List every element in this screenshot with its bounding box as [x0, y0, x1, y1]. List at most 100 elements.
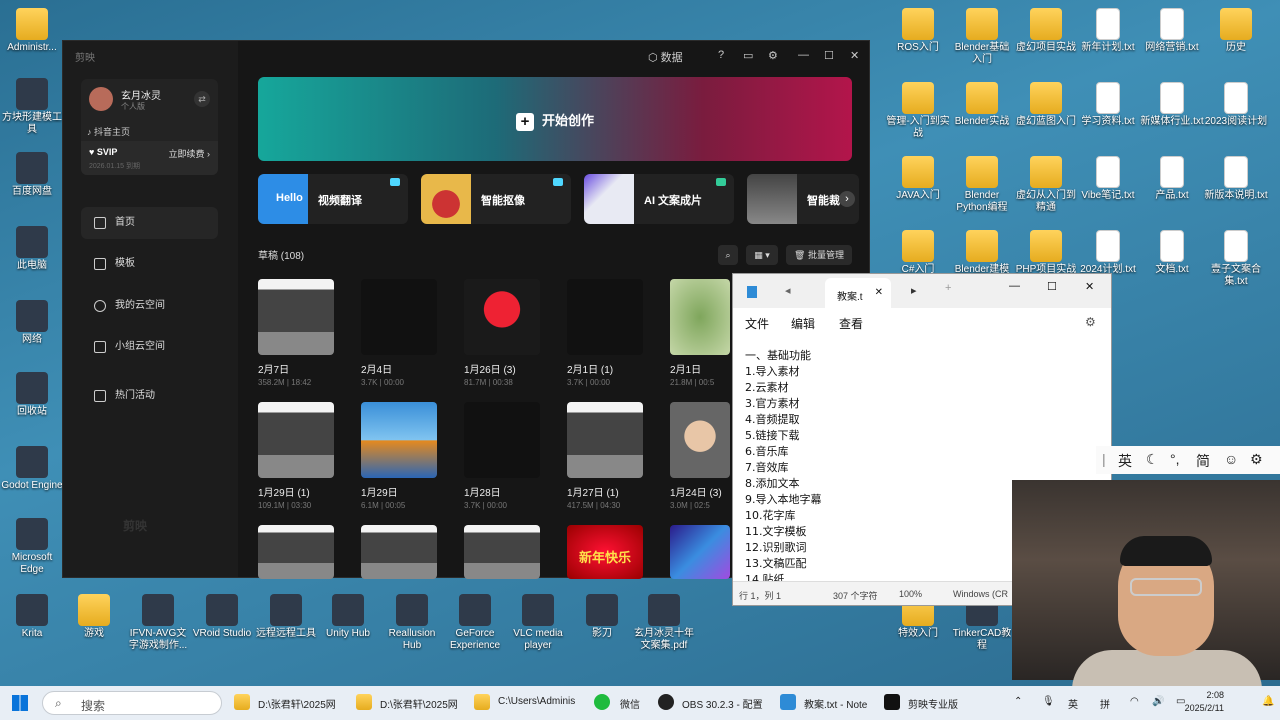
scroll-left-icon[interactable]: ◂: [785, 284, 791, 297]
draft-card[interactable]: 2月1日 21.8M | 00:5: [670, 279, 730, 387]
start-create-button[interactable]: + 开始创作: [258, 77, 852, 161]
tool-smart-crop[interactable]: 智能裁 ›: [747, 174, 859, 224]
tab-close-icon[interactable]: ✕: [875, 287, 883, 298]
draft-card[interactable]: 1月28日 3.7K | 00:00: [464, 402, 540, 510]
nav-home[interactable]: 首页: [81, 207, 218, 239]
scroll-right-icon[interactable]: ▸: [911, 284, 917, 297]
menu-edit[interactable]: 编辑: [791, 315, 815, 332]
desktop.left_icons-desktop-icon[interactable]: Microsoft Edge: [0, 518, 64, 576]
desktop.left_icons-desktop-icon[interactable]: Administr...: [0, 8, 64, 54]
draft-card[interactable]: 1月27日 (1) 417.5M | 04:30: [567, 402, 643, 510]
desktop.bottom_icons-desktop-icon[interactable]: 玄月冰灵十年文案集.pdf: [632, 594, 696, 652]
draft-card[interactable]: 1月29日 6.1M | 00:05: [361, 402, 437, 510]
desktop.right_icons-desktop-icon[interactable]: 历史: [1204, 8, 1268, 54]
desktop.right_icons-desktop-icon[interactable]: 虚幻蓝图入门: [1014, 82, 1078, 128]
desktop.right_icons-desktop-icon[interactable]: 网络营销.txt: [1140, 8, 1204, 54]
user-card[interactable]: 玄月冰灵 个人版 ⇄ ♪ 抖音主页 ♥ SVIP 2026.01.15 到期 立…: [81, 79, 218, 175]
moon-icon[interactable]: ☾: [1146, 451, 1159, 468]
desktop.right_icons-desktop-icon[interactable]: 管理-入门到实战: [886, 82, 950, 140]
nav-events[interactable]: 热门活动: [81, 380, 218, 412]
desktop.bottom_icons-desktop-icon[interactable]: 游戏: [62, 594, 126, 640]
desktop.right_icons-desktop-icon[interactable]: 新年计划.txt: [1076, 8, 1140, 54]
ime-handle-icon[interactable]: |: [1102, 451, 1106, 467]
taskbar-search[interactable]: ⌕ 搜索: [42, 691, 222, 715]
volume-icon[interactable]: 🔊: [1152, 696, 1164, 707]
help-icon[interactable]: ?: [718, 49, 724, 61]
tab-jiaoan[interactable]: 教案.t ✕: [825, 278, 891, 308]
tray-chevron-up-icon[interactable]: ⌃: [1014, 696, 1022, 707]
desktop.right_icons-desktop-icon[interactable]: 新版本说明.txt: [1204, 156, 1268, 202]
view-toggle-icon[interactable]: ▦ ▾: [746, 245, 778, 265]
search-icon[interactable]: ⌕: [718, 245, 738, 265]
draft-card[interactable]: 新年快乐: [567, 525, 643, 585]
taskbar-jianying[interactable]: 剪映专业版: [908, 696, 958, 711]
draft-card[interactable]: 2月1日 (1) 3.7K | 00:00: [567, 279, 643, 387]
minimize-icon[interactable]: —: [1009, 280, 1020, 292]
settings-icon[interactable]: ⚙: [1250, 451, 1263, 468]
desktop.bottom_icons-desktop-icon[interactable]: Unity Hub: [316, 594, 380, 640]
ime-simplified[interactable]: 简: [1196, 451, 1210, 471]
desktop.right_icons-desktop-icon[interactable]: 2023阅读计划: [1204, 82, 1268, 128]
avatar[interactable]: [89, 87, 113, 111]
nav-team-cloud[interactable]: 小组云空间: [81, 331, 218, 363]
desktop.left_icons-desktop-icon[interactable]: Krita: [0, 594, 64, 640]
message-icon[interactable]: ▭: [743, 49, 753, 62]
windows-start-icon[interactable]: [12, 695, 28, 711]
desktop.right_icons-desktop-icon[interactable]: 虚幻项目实战: [1014, 8, 1078, 54]
desktop.right_icons-desktop-icon[interactable]: 文档.txt: [1140, 230, 1204, 276]
draft-card[interactable]: 2月7日 358.2M | 18:42: [258, 279, 334, 387]
maximize-icon[interactable]: ☐: [824, 49, 834, 62]
menu-file[interactable]: 文件: [745, 315, 769, 332]
desktop.bottom_icons-desktop-icon[interactable]: VLC media player: [506, 594, 570, 652]
taskbar-explorer-1[interactable]: D:\张君轩\2025网: [258, 696, 336, 711]
desktop.right_icons-desktop-icon[interactable]: 产品.txt: [1140, 156, 1204, 202]
settings-icon[interactable]: ⚙: [1085, 315, 1096, 329]
notification-bell-icon[interactable]: 🔔: [1262, 696, 1274, 707]
microphone-icon[interactable]: 🎙: [1042, 696, 1055, 707]
wifi-icon[interactable]: ◠: [1130, 696, 1139, 707]
desktop.left_icons-desktop-icon[interactable]: 回收站: [0, 372, 64, 418]
desktop.right_icons-desktop-icon[interactable]: Blender实战: [950, 82, 1014, 128]
tool-ai-script[interactable]: AI 文案成片: [584, 174, 734, 224]
desktop.bottom_icons-desktop-icon[interactable]: 远程远程工具: [254, 594, 318, 640]
tool-smart-cutout[interactable]: 智能抠像: [421, 174, 571, 224]
close-icon[interactable]: ✕: [850, 49, 859, 62]
draft-card[interactable]: 2月4日 3.7K | 00:00: [361, 279, 437, 387]
taskbar-explorer-3[interactable]: C:\Users\Adminis: [498, 696, 575, 707]
desktop.right_icons-desktop-icon[interactable]: JAVA入门: [886, 156, 950, 202]
draft-card[interactable]: [258, 525, 334, 585]
batch-manage-button[interactable]: 🗑 批量管理: [786, 245, 852, 265]
desktop.right_icons-desktop-icon[interactable]: C#入门: [886, 230, 950, 276]
emoji-icon[interactable]: ☺: [1224, 451, 1238, 467]
taskbar-clock[interactable]: 2:08 2025/2/11: [1185, 689, 1224, 715]
desktop.left_icons-desktop-icon[interactable]: 百度网盘: [0, 152, 64, 198]
tool-video-translate[interactable]: Hello 视频翻译: [258, 174, 408, 224]
taskbar-wechat[interactable]: 微信: [620, 696, 640, 711]
taskbar-obs[interactable]: OBS 30.2.3 - 配置: [682, 696, 763, 711]
desktop.bottom_icons-desktop-icon[interactable]: VRoid Studio: [190, 594, 254, 640]
switch-account-icon[interactable]: ⇄: [194, 91, 210, 107]
desktop.bottom_icons-desktop-icon[interactable]: IFVN-AVG文字游戏制作...: [126, 594, 190, 652]
desktop.bottom_icons-desktop-icon[interactable]: Reallusion Hub: [380, 594, 444, 652]
taskbar-notepad[interactable]: 教案.txt - Note: [804, 696, 867, 711]
desktop.left_icons-desktop-icon[interactable]: 网络: [0, 300, 64, 346]
desktop.right_icons-desktop-icon[interactable]: 新媒体行业.txt: [1140, 82, 1204, 128]
maximize-icon[interactable]: ☐: [1047, 280, 1057, 293]
new-tab-icon[interactable]: +: [945, 282, 951, 294]
tray-ime[interactable]: 拼: [1100, 696, 1110, 711]
desktop.right_icons-desktop-icon[interactable]: Blender Python编程: [950, 156, 1014, 214]
ime-lang[interactable]: 英: [1118, 451, 1132, 471]
desktop.right_icons-desktop-icon[interactable]: 学习资料.txt: [1076, 82, 1140, 128]
desktop.left_icons-desktop-icon[interactable]: 方块形建模工具: [0, 78, 64, 136]
douyin-home-link[interactable]: ♪ 抖音主页: [87, 125, 130, 138]
taskbar-explorer-2[interactable]: D:\张君轩\2025网: [380, 696, 458, 711]
renew-button[interactable]: 立即续费 ›: [169, 147, 211, 160]
nav-my-cloud[interactable]: 我的云空间: [81, 290, 218, 322]
desktop.right_icons-desktop-icon[interactable]: 2024计划.txt: [1076, 230, 1140, 276]
desktop.left_icons-desktop-icon[interactable]: Godot Engine: [0, 446, 64, 492]
desktop.left_icons-desktop-icon[interactable]: 此电脑: [0, 226, 64, 272]
close-icon[interactable]: ✕: [1085, 280, 1094, 293]
draft-card[interactable]: 1月24日 (3) 3.0M | 02:5: [670, 402, 730, 510]
desktop.right_icons-desktop-icon[interactable]: ROS入门: [886, 8, 950, 54]
desktop.right_icons-desktop-icon[interactable]: Blender基础入门: [950, 8, 1014, 66]
